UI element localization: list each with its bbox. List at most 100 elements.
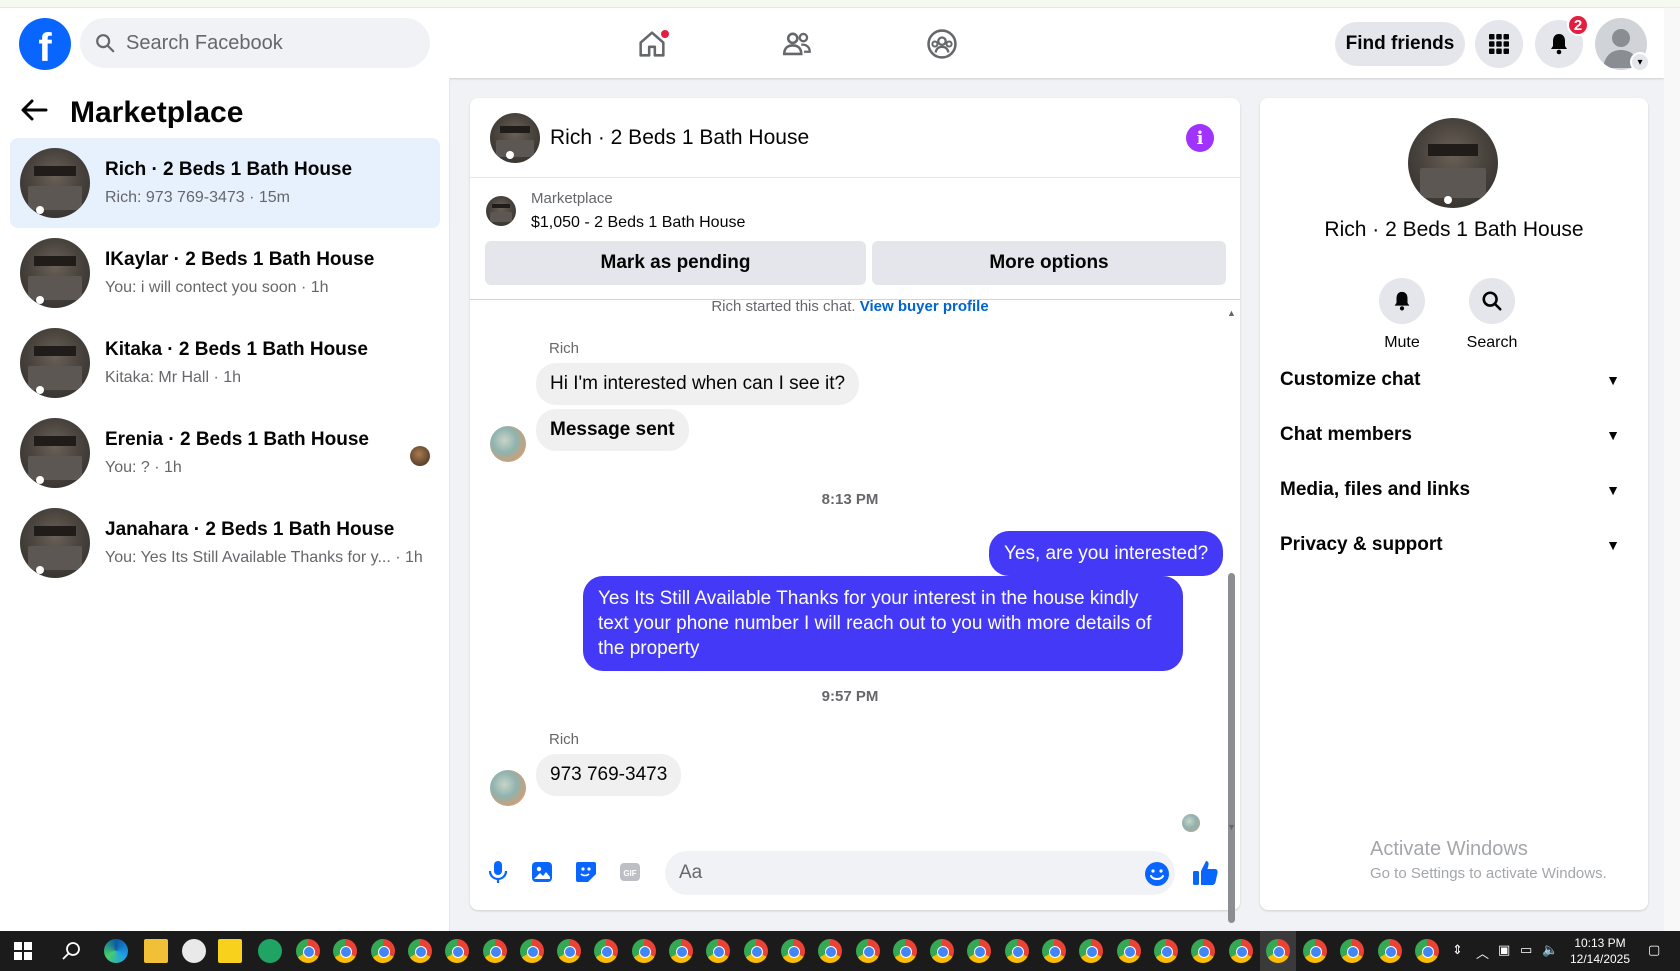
chrome-icon[interactable]: [930, 939, 955, 963]
sticker-icon[interactable]: [572, 858, 600, 886]
message-input[interactable]: [665, 851, 1175, 895]
facebook-logo[interactable]: f: [19, 18, 71, 70]
mute-circle[interactable]: [1379, 278, 1425, 324]
chrome-icon[interactable]: [370, 939, 395, 963]
chat-members-section[interactable]: Chat members ▼: [1280, 415, 1630, 455]
chrome-icon[interactable]: [1340, 939, 1365, 963]
chat-scrollbar[interactable]: ▲ ▼: [1225, 308, 1237, 923]
chrome-icon[interactable]: [1079, 939, 1104, 963]
outgoing-message[interactable]: Yes, are you interested?: [989, 531, 1224, 576]
chrome-icon[interactable]: [445, 939, 470, 963]
more-options-button[interactable]: More options: [872, 241, 1226, 285]
chrome-icon[interactable]: [333, 939, 358, 963]
chrome-icon[interactable]: [631, 939, 656, 963]
emoji-icon[interactable]: [1144, 861, 1170, 887]
mark-as-pending-button[interactable]: Mark as pending: [485, 241, 866, 285]
show-hidden-icons-icon[interactable]: ︿: [1476, 943, 1489, 962]
account-chevron-icon[interactable]: ▾: [1630, 52, 1650, 72]
chrome-icon[interactable]: [519, 939, 544, 963]
media-files-links-section[interactable]: Media, files and links ▼: [1280, 470, 1630, 510]
conversation-item-ikaylar[interactable]: IKaylar · 2 Beds 1 Bath House You: i wil…: [10, 228, 440, 318]
thumbs-up-icon[interactable]: [1190, 858, 1220, 888]
scroll-arrows-icon[interactable]: ⇕: [1452, 943, 1463, 958]
incoming-message[interactable]: Message sent: [536, 409, 689, 451]
chrome-icon[interactable]: [743, 939, 768, 963]
search-circle[interactable]: [1469, 278, 1515, 324]
chrome-icon[interactable]: [1228, 939, 1253, 963]
message-sender: Rich: [549, 340, 580, 357]
chrome-icon[interactable]: [818, 939, 843, 963]
chrome-icon[interactable]: [557, 939, 582, 963]
notification-center-icon[interactable]: ▢: [1648, 943, 1660, 958]
chrome-icon[interactable]: [1265, 939, 1290, 963]
info-icon[interactable]: i: [1186, 124, 1214, 152]
search-bar[interactable]: [80, 18, 430, 68]
edge-icon[interactable]: [104, 939, 128, 963]
search-input[interactable]: [126, 31, 416, 55]
chat-listing-thumbnail[interactable]: [490, 113, 540, 163]
scroll-down-icon[interactable]: ▼: [1227, 822, 1236, 832]
volume-icon[interactable]: 🔈: [1542, 943, 1558, 958]
chrome-icon[interactable]: [967, 939, 992, 963]
scroll-up-icon[interactable]: ▲: [1227, 308, 1236, 318]
chrome-icon[interactable]: [1303, 939, 1328, 963]
chrome-icon[interactable]: [1377, 939, 1402, 963]
outgoing-message[interactable]: Yes Its Still Available Thanks for your …: [583, 576, 1183, 671]
chrome-profile-icon[interactable]: [258, 939, 282, 963]
browser-top-strip: [0, 0, 1680, 8]
customize-chat-section[interactable]: Customize chat ▼: [1280, 360, 1630, 400]
search-taskbar-icon[interactable]: [60, 939, 84, 963]
find-friends-button[interactable]: Find friends: [1335, 22, 1465, 66]
listing-summary[interactable]: Marketplace $1,050 - 2 Beds 1 Bath House: [486, 190, 745, 232]
sticky-notes-icon[interactable]: [218, 939, 242, 963]
chat-start-notice: Rich started this chat. View buyer profi…: [470, 298, 1230, 315]
chrome-icon[interactable]: [855, 939, 880, 963]
privacy-support-section[interactable]: Privacy & support ▼: [1280, 525, 1630, 565]
sender-avatar[interactable]: [490, 426, 526, 462]
chat-title[interactable]: Rich · 2 Beds 1 Bath House: [550, 126, 809, 150]
conversation-item-kitaka[interactable]: Kitaka · 2 Beds 1 Bath House Kitaka: Mr …: [10, 318, 440, 408]
chrome-icon[interactable]: [1415, 939, 1439, 963]
friends-nav-button[interactable]: [777, 24, 817, 64]
paint-icon[interactable]: [182, 939, 206, 963]
windows-start-icon[interactable]: [14, 942, 32, 960]
chrome-icon[interactable]: [407, 939, 432, 963]
chrome-icon[interactable]: [482, 939, 507, 963]
chrome-icon[interactable]: [594, 939, 619, 963]
conversation-item-janahara[interactable]: Janahara · 2 Beds 1 Bath House You: Yes …: [10, 498, 440, 588]
chat-window: Rich · 2 Beds 1 Bath House i Marketplace…: [470, 98, 1240, 923]
system-clock[interactable]: 10:13 PM 12/14/2025: [1560, 935, 1640, 967]
file-explorer-icon[interactable]: [144, 939, 168, 963]
chrome-icon[interactable]: [706, 939, 731, 963]
microphone-icon[interactable]: [484, 858, 512, 886]
incoming-message[interactable]: Hi I'm interested when can I see it?: [536, 363, 860, 405]
chrome-icon[interactable]: [1191, 939, 1216, 963]
incoming-message[interactable]: 973 769-3473: [536, 754, 682, 796]
chrome-icon[interactable]: [669, 939, 693, 963]
conversation-item-erenia[interactable]: Erenia · 2 Beds 1 Bath House You: ? · 1h: [10, 408, 440, 498]
notifications-button[interactable]: 2: [1535, 14, 1589, 68]
chrome-icon[interactable]: [1004, 939, 1029, 963]
device-icon[interactable]: ▣: [1498, 943, 1510, 958]
message-composer: GIF: [470, 843, 1240, 903]
chrome-icon[interactable]: [780, 939, 805, 963]
chrome-icon[interactable]: [892, 939, 917, 963]
mute-button[interactable]: Mute: [1362, 278, 1442, 352]
search-in-chat-button[interactable]: Search: [1452, 278, 1532, 352]
network-icon[interactable]: ▭: [1520, 943, 1532, 958]
page-scrollbar[interactable]: [1664, 8, 1680, 931]
menu-button[interactable]: [1475, 20, 1523, 68]
back-arrow-icon[interactable]: [20, 96, 60, 130]
chrome-icon[interactable]: [1116, 939, 1141, 963]
groups-nav-button[interactable]: [922, 24, 962, 64]
sender-avatar[interactable]: [490, 770, 526, 806]
conversation-item-rich[interactable]: Rich · 2 Beds 1 Bath House Rich: 973 769…: [10, 138, 440, 228]
chat-details-thumbnail[interactable]: [1408, 118, 1498, 208]
home-nav-button[interactable]: [632, 24, 672, 64]
gif-icon[interactable]: GIF: [616, 858, 644, 886]
chrome-icon[interactable]: [1042, 939, 1066, 963]
chrome-icon[interactable]: [1153, 939, 1178, 963]
photo-icon[interactable]: [528, 858, 556, 886]
chrome-icon[interactable]: [296, 939, 320, 963]
view-buyer-profile-link[interactable]: View buyer profile: [860, 298, 989, 315]
